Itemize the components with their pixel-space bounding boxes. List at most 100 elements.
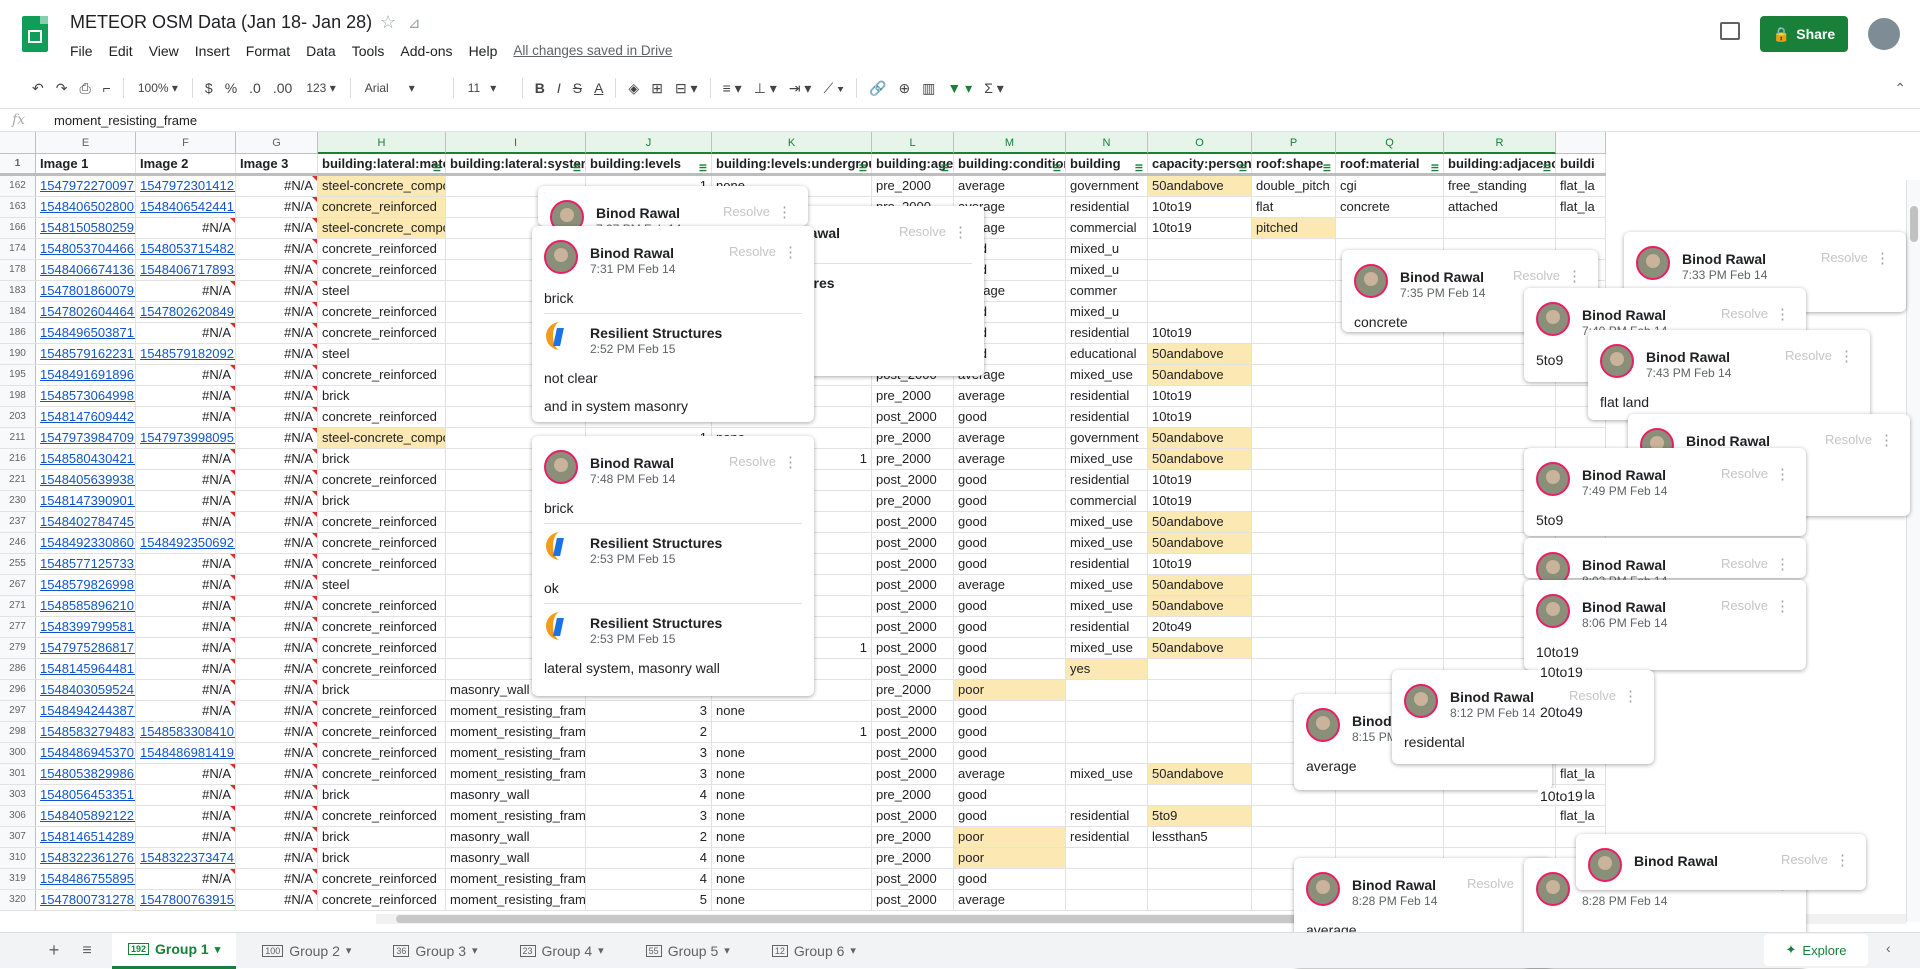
table-cell[interactable]: steel-concrete_composite (318, 428, 446, 448)
column-title-cell[interactable]: Image 1 (36, 154, 136, 173)
bold-button[interactable]: B (529, 80, 551, 96)
row-number[interactable]: 310 (0, 848, 36, 868)
table-cell[interactable]: mixed_u (1066, 302, 1148, 322)
table-cell[interactable] (1444, 218, 1556, 238)
row-number[interactable]: 163 (0, 197, 36, 217)
merge-cells-icon[interactable]: ⊟ ▾ (669, 80, 704, 97)
table-cell[interactable] (1148, 701, 1252, 721)
table-cell[interactable]: moment_resisting_frame (446, 701, 586, 721)
resolve-button[interactable]: Resolve (1721, 466, 1768, 481)
table-cell[interactable]: good (954, 638, 1066, 658)
comment-thread[interactable]: Binod Rawal 7:31 PM Feb 14 Resolve ⋮ brick Re… (532, 226, 814, 422)
table-cell[interactable]: 1548492330860. (36, 533, 136, 553)
table-cell[interactable] (1252, 554, 1336, 574)
table-cell[interactable] (1066, 869, 1148, 889)
save-status[interactable]: All changes saved in Drive (513, 42, 672, 60)
table-cell[interactable]: concrete_reinforced (318, 764, 446, 784)
table-cell[interactable]: post_2000 (872, 407, 954, 427)
column-header[interactable]: P (1252, 132, 1336, 154)
table-cell[interactable]: pre_2000 (872, 785, 954, 805)
table-cell[interactable]: 1548322361276. (36, 848, 136, 868)
table-cell[interactable]: steel (318, 344, 446, 364)
column-header[interactable]: F (136, 132, 236, 154)
comment-thread[interactable]: Binod Rawal 8:06 PM Feb 14 Resolve ⋮ 10to19 (1524, 580, 1806, 670)
table-cell[interactable]: moment_resisting_frame (446, 890, 586, 910)
more-options-icon[interactable]: ⋮ (1775, 597, 1790, 615)
row-number[interactable]: 183 (0, 281, 36, 301)
table-cell[interactable] (1066, 722, 1148, 742)
table-cell[interactable]: flat_la (1556, 764, 1606, 784)
table-cell[interactable]: concrete_reinforced (318, 239, 446, 259)
table-cell[interactable]: 1548585896210. (36, 596, 136, 616)
column-title-cell[interactable]: roof:shape ☰ (1252, 154, 1336, 173)
filter-dropdown-icon[interactable]: ☰ (573, 158, 581, 173)
table-cell[interactable]: #N/A (236, 890, 318, 910)
collapse-menus-icon[interactable]: ⌃ (1894, 80, 1906, 97)
table-cell[interactable]: masonry_wall (446, 827, 586, 847)
table-cell[interactable]: #N/A (236, 407, 318, 427)
table-cell[interactable]: #N/A (136, 554, 236, 574)
filter-dropdown-icon[interactable]: ☰ (1543, 158, 1551, 173)
filter-dropdown-icon[interactable]: ☰ (433, 158, 441, 173)
table-cell[interactable]: #N/A (136, 218, 236, 238)
column-header[interactable]: I (446, 132, 586, 154)
table-cell[interactable] (1148, 869, 1252, 889)
table-cell[interactable]: 1548053829986. (36, 764, 136, 784)
table-cell[interactable]: 1547800763915.jpg (136, 890, 236, 910)
resolve-button[interactable]: Resolve (1721, 556, 1768, 571)
table-cell[interactable]: #N/A (236, 218, 318, 238)
table-cell[interactable]: 1548147609442. (36, 407, 136, 427)
table-cell[interactable]: poor (954, 848, 1066, 868)
table-cell[interactable] (1336, 386, 1444, 406)
table-cell[interactable]: 50andabove (1148, 533, 1252, 553)
table-cell[interactable]: mixed_u (1066, 260, 1148, 280)
table-cell[interactable]: post_2000 (872, 596, 954, 616)
table-cell[interactable]: flat_la (1556, 806, 1606, 826)
star-icon[interactable]: ☆ (380, 12, 396, 33)
functions-icon[interactable]: Σ ▾ (978, 80, 1010, 97)
table-cell[interactable]: 50andabove (1148, 428, 1252, 448)
resolve-button[interactable]: Resolve (1721, 306, 1768, 321)
table-cell[interactable]: concrete_reinforced (318, 890, 446, 910)
menu-tools[interactable]: Tools (344, 42, 393, 60)
table-cell[interactable]: 3 (586, 806, 712, 826)
table-cell[interactable]: none (712, 743, 872, 763)
table-cell[interactable]: brick (318, 680, 446, 700)
row-number[interactable]: 166 (0, 218, 36, 238)
table-cell[interactable]: 10to19 (1148, 218, 1252, 238)
table-cell[interactable] (1336, 575, 1444, 595)
filter-dropdown-icon[interactable]: ☰ (1239, 158, 1247, 173)
table-cell[interactable]: residential (1066, 470, 1148, 490)
table-cell[interactable]: 10to19 (1148, 491, 1252, 511)
filter-dropdown-icon[interactable]: ☰ (859, 158, 867, 173)
table-cell[interactable] (1336, 617, 1444, 637)
table-cell[interactable] (1336, 533, 1444, 553)
table-cell[interactable] (1148, 680, 1252, 700)
fill-color-icon[interactable]: ◈ (622, 80, 645, 97)
table-cell[interactable] (1336, 407, 1444, 427)
table-cell[interactable]: 1548491691896. (36, 365, 136, 385)
sheet-tab[interactable]: 36 Group 3 ▾ (377, 933, 493, 969)
table-cell[interactable]: #N/A (236, 617, 318, 637)
table-cell[interactable]: pre_2000 (872, 428, 954, 448)
table-cell[interactable]: #N/A (136, 575, 236, 595)
row-number[interactable]: 301 (0, 764, 36, 784)
table-cell[interactable]: commercial (1066, 491, 1148, 511)
table-cell[interactable]: 1548150580259. (36, 218, 136, 238)
menu-view[interactable]: View (141, 42, 187, 60)
table-cell[interactable]: post_2000 (872, 701, 954, 721)
filter-dropdown-icon[interactable]: ☰ (1323, 158, 1331, 173)
table-cell[interactable] (1336, 218, 1444, 238)
column-title-cell[interactable]: Image 2 (136, 154, 236, 173)
table-cell[interactable]: 50andabove (1148, 512, 1252, 532)
table-cell[interactable]: post_2000 (872, 743, 954, 763)
table-cell[interactable]: 1548496503871. (36, 323, 136, 343)
percent-format-button[interactable]: % (219, 80, 243, 96)
column-title-cell[interactable]: buildi (1556, 154, 1606, 173)
table-cell[interactable] (1252, 617, 1336, 637)
table-cell[interactable]: mixed_use (1066, 449, 1148, 469)
row-number[interactable]: 319 (0, 869, 36, 889)
tab-menu-chevron-down-icon[interactable]: ▾ (598, 944, 604, 957)
table-cell[interactable]: mixed_use (1066, 365, 1148, 385)
more-options-icon[interactable]: ⋮ (1775, 305, 1790, 323)
